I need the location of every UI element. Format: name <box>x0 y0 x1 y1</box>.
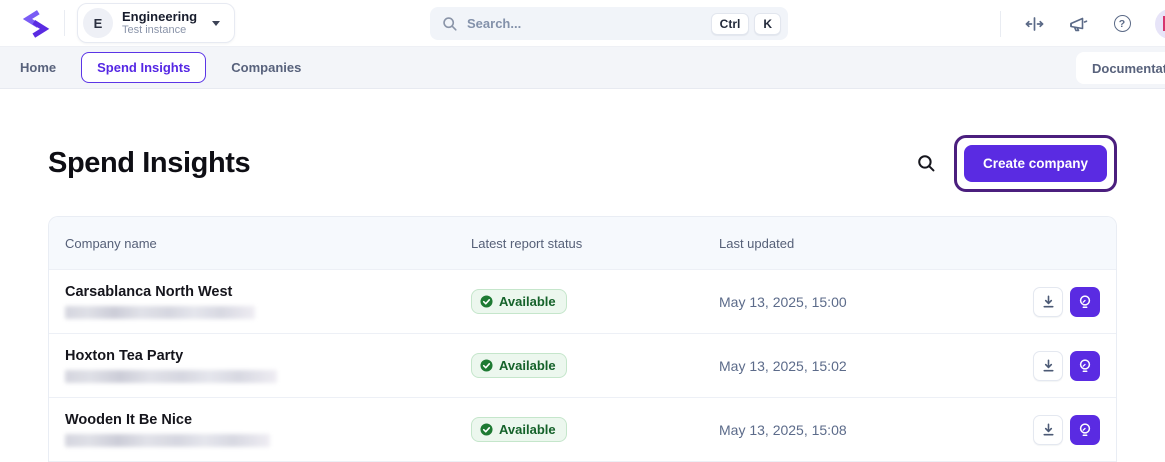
megaphone-icon <box>1070 17 1088 31</box>
status-badge: Available <box>471 289 567 314</box>
status-badge: Available <box>471 417 567 442</box>
search-icon <box>918 155 935 172</box>
last-updated: May 13, 2025, 15:02 <box>719 357 847 374</box>
download-report-button[interactable] <box>1033 350 1063 381</box>
org-switcher[interactable]: E Engineering Test instance <box>77 3 236 43</box>
download-icon <box>1042 423 1054 436</box>
status-label: Available <box>499 358 556 373</box>
resize-panel-button[interactable] <box>1023 13 1045 35</box>
codat-logo-icon <box>22 10 50 38</box>
company-name: Wooden It Be Nice <box>65 412 193 428</box>
chevron-down-icon <box>212 20 221 26</box>
column-company-name: Company name <box>65 235 157 251</box>
download-icon <box>1042 295 1054 308</box>
company-name: Hoxton Tea Party <box>65 348 184 364</box>
view-insights-button[interactable] <box>1070 350 1100 381</box>
help-icon: ? <box>1113 15 1131 32</box>
search-placeholder: Search... <box>467 16 522 31</box>
table-header-row: Company name Latest report status Last u… <box>49 217 1116 269</box>
help-button[interactable]: ? <box>1111 13 1133 35</box>
column-last-updated: Last updated <box>719 235 795 251</box>
view-insights-button[interactable] <box>1070 414 1100 445</box>
view-insights-button[interactable] <box>1070 286 1100 317</box>
download-icon <box>1042 359 1054 372</box>
org-name: Engineering <box>122 9 198 24</box>
lightbulb-icon <box>1079 294 1091 308</box>
horizontal-resize-icon <box>1025 16 1043 31</box>
check-circle-icon <box>480 359 493 372</box>
company-name: Carsablanca North West <box>65 284 233 300</box>
org-avatar: E <box>83 8 113 38</box>
header-divider <box>1000 10 1001 37</box>
check-circle-icon <box>480 295 493 308</box>
announcements-button[interactable] <box>1067 13 1089 35</box>
kbd-k: K <box>754 12 781 35</box>
table-row[interactable]: Hoxton Tea Party Available May 13, 2025,… <box>49 333 1116 397</box>
redacted-company-id <box>65 434 270 447</box>
nav-item-companies[interactable]: Companies <box>231 52 301 83</box>
click-annotation-highlight: Create company <box>953 135 1117 192</box>
redacted-company-id <box>65 370 277 383</box>
status-badge: Available <box>471 353 567 378</box>
create-company-button[interactable]: Create company <box>963 145 1107 182</box>
last-updated: May 13, 2025, 15:08 <box>719 421 847 438</box>
org-subtitle: Test instance <box>122 24 187 36</box>
lightbulb-icon <box>1079 422 1091 436</box>
nav-item-documentation[interactable]: Documentation <box>1076 52 1165 84</box>
nav-item-spend-insights[interactable]: Spend Insights <box>81 52 207 83</box>
table-row[interactable]: Wooden It Be Nice Available May 13, 2025… <box>49 397 1116 461</box>
redacted-company-id <box>65 306 255 319</box>
app-logo[interactable] <box>12 3 52 43</box>
status-label: Available <box>499 294 556 309</box>
lightbulb-icon <box>1079 358 1091 372</box>
last-updated: May 13, 2025, 15:00 <box>719 293 847 310</box>
download-report-button[interactable] <box>1033 414 1063 445</box>
column-report-status: Latest report status <box>471 235 583 251</box>
check-circle-icon <box>480 423 493 436</box>
status-label: Available <box>499 422 556 437</box>
page-content: Spend Insights Create company Company na… <box>0 135 1165 462</box>
search-icon <box>443 16 457 31</box>
nav-item-home[interactable]: Home <box>20 52 56 83</box>
page-title: Spend Insights <box>48 147 251 179</box>
table-search-button[interactable] <box>916 153 938 175</box>
main-nav: Home Spend Insights Companies Documentat… <box>0 47 1165 89</box>
header-divider <box>64 10 65 36</box>
kbd-ctrl: Ctrl <box>710 12 750 35</box>
user-avatar[interactable] <box>1155 8 1165 39</box>
global-search-input[interactable]: Search... Ctrl K <box>430 7 788 40</box>
table-row[interactable]: Carsablanca North West Available May 13,… <box>49 269 1116 333</box>
companies-table: Company name Latest report status Last u… <box>48 216 1117 462</box>
download-report-button[interactable] <box>1033 286 1063 317</box>
top-header: E Engineering Test instance Search... Ct… <box>0 0 1165 47</box>
